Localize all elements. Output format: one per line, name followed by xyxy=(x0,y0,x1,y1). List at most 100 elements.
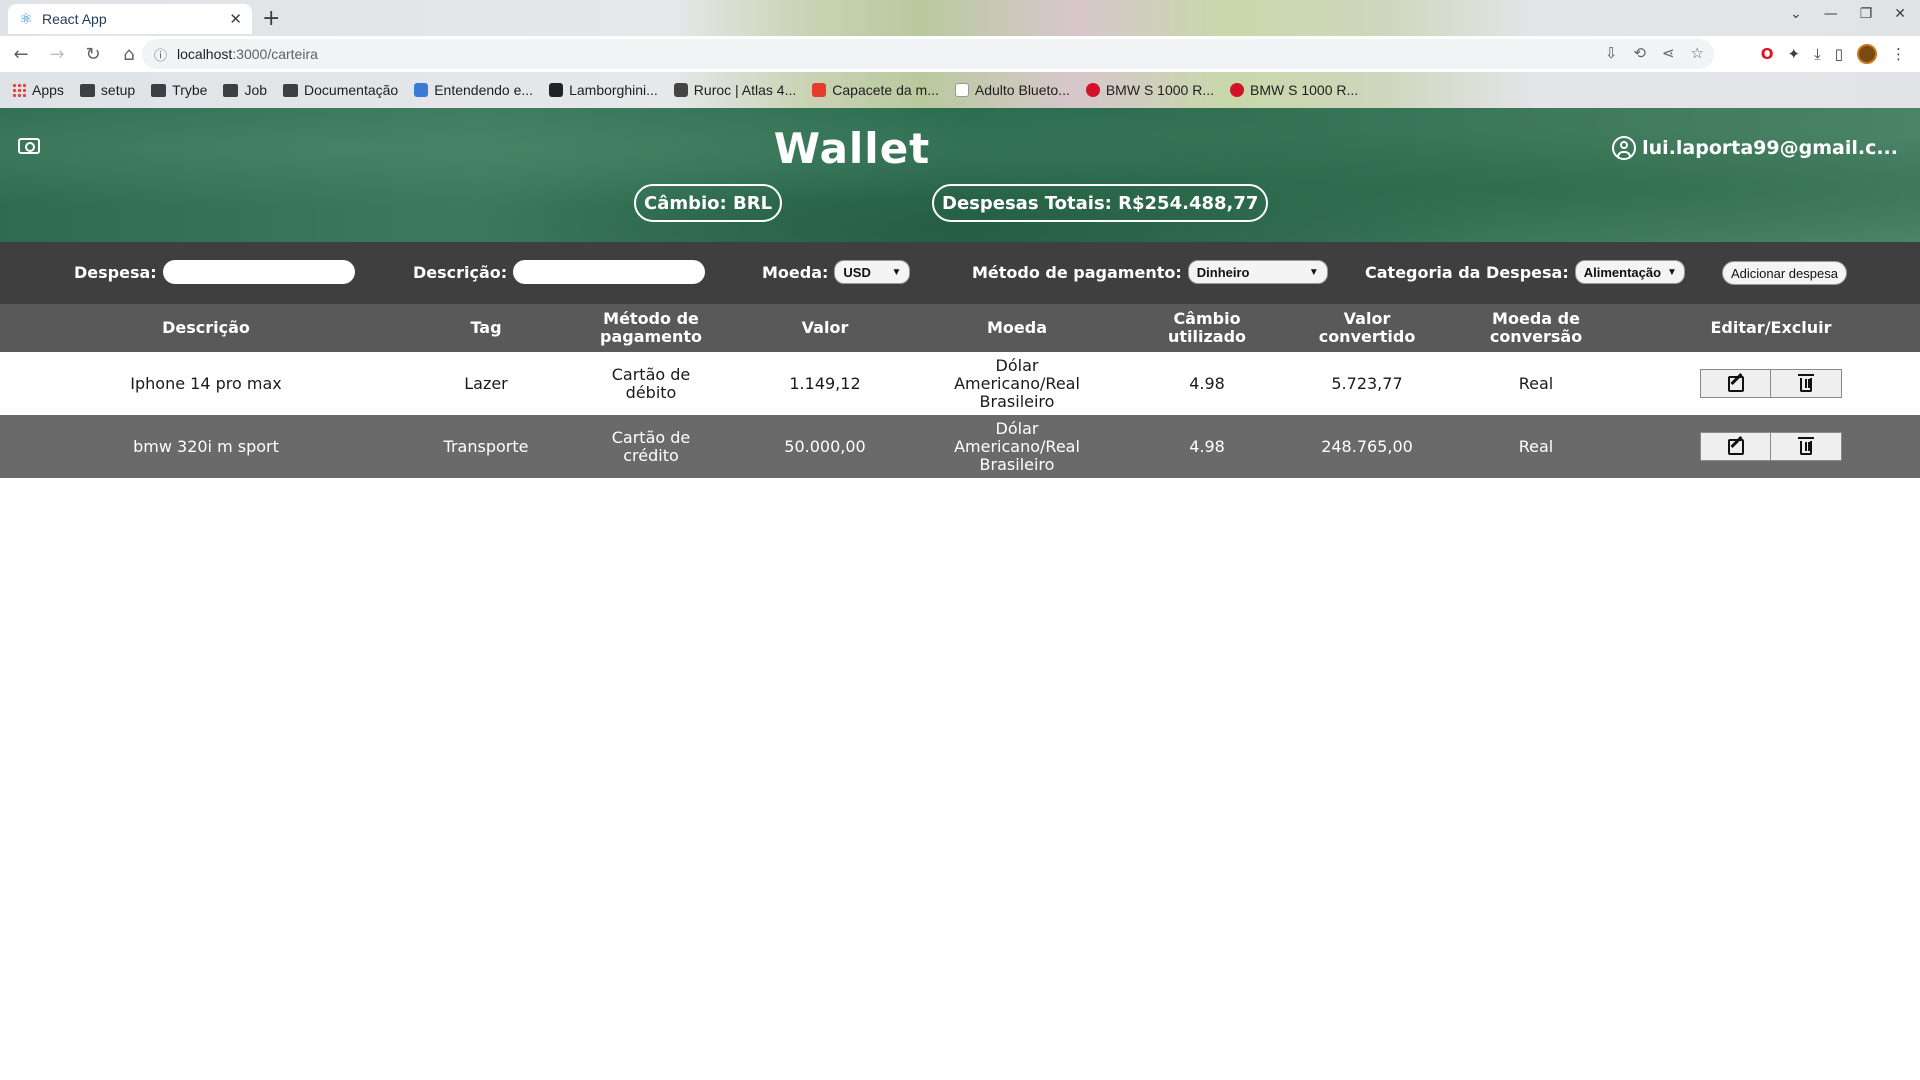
column-header: Tag xyxy=(470,318,502,337)
table-header: Descrição Tag Método de pagamento Valor … xyxy=(0,304,1920,352)
window-controls: ⌄ — ❐ ✕ xyxy=(1790,6,1906,22)
bookmark-setup[interactable]: setup xyxy=(79,82,135,98)
extensions-area: O ✦ ⤓ ▯ ⋮ xyxy=(1761,44,1906,64)
reload-icon[interactable]: ↻ xyxy=(78,44,108,65)
edit-icon xyxy=(1727,375,1744,392)
back-icon[interactable]: ← xyxy=(6,44,36,65)
address-bar[interactable]: ⓘ localhost:3000/carteira ⇩ ⟲ ⋖ ☆ xyxy=(142,39,1714,69)
delete-button[interactable] xyxy=(1771,369,1842,398)
metodo-select[interactable]: Dinheiro ▼ xyxy=(1187,260,1328,284)
total-expenses-badge: Despesas Totais: R$254.488,77 xyxy=(932,184,1269,222)
translate-icon[interactable]: ⟲ xyxy=(1633,44,1646,62)
puzzle-icon[interactable]: ✦ xyxy=(1788,45,1801,63)
sidepanel-icon[interactable]: ▯ xyxy=(1835,45,1843,63)
metodo-field: Método de pagamento: Dinheiro ▼ xyxy=(972,260,1328,284)
cell-valor: 1.149,12 xyxy=(789,373,861,393)
expenses-table: Descrição Tag Método de pagamento Valor … xyxy=(0,304,1920,478)
download-icon[interactable]: ⤓ xyxy=(1814,45,1821,63)
close-window-icon[interactable]: ✕ xyxy=(1894,6,1906,22)
cell-valor: 50.000,00 xyxy=(784,436,866,456)
cell-descricao: Iphone 14 pro max xyxy=(130,373,282,393)
cell-cambio: 4.98 xyxy=(1189,373,1225,393)
url-text: localhost:3000/carteira xyxy=(177,46,318,62)
close-icon[interactable]: ✕ xyxy=(229,10,242,28)
page-title: Wallet xyxy=(773,124,931,173)
categoria-field: Categoria da Despesa: Alimentação ▼ xyxy=(1365,260,1685,284)
bookmark-ruroc[interactable]: Ruroc | Atlas 4... xyxy=(673,82,796,98)
bookmark-entendendo[interactable]: Entendendo e... xyxy=(414,82,533,98)
user-icon xyxy=(1612,136,1637,160)
edit-icon xyxy=(1727,438,1744,455)
forward-icon[interactable]: → xyxy=(42,44,72,65)
column-header: Valor convertido xyxy=(1318,309,1416,346)
column-header: Método de pagamento xyxy=(599,309,703,346)
cell-tag: Lazer xyxy=(464,373,508,393)
chevron-down-icon[interactable]: ⌄ xyxy=(1790,6,1802,22)
new-tab-icon[interactable]: + xyxy=(262,6,280,31)
bookmarks-bar: Apps setup Trybe Job Documentação Entend… xyxy=(0,76,1920,104)
ruroc-icon xyxy=(673,83,688,97)
despesa-label: Despesa: xyxy=(74,262,157,282)
cell-moeda: Dólar Americano/Real Brasileiro xyxy=(954,418,1080,474)
despesa-field: Despesa: xyxy=(74,260,355,284)
cell-moeda: Dólar Americano/Real Brasileiro xyxy=(954,355,1080,411)
profile-avatar[interactable] xyxy=(1857,44,1877,64)
star-icon[interactable]: ☆ xyxy=(1691,44,1704,62)
restore-icon[interactable]: ❐ xyxy=(1860,6,1873,22)
info-icon[interactable]: ⓘ xyxy=(154,45,167,64)
site-favicon-icon xyxy=(414,83,429,97)
bookmark-apps[interactable]: Apps xyxy=(12,82,64,98)
opera-icon[interactable]: O xyxy=(1761,45,1774,63)
chevron-down-icon: ▼ xyxy=(1308,266,1319,278)
descricao-input[interactable] xyxy=(513,260,706,284)
user-info: lui.laporta99@gmail.c... xyxy=(1612,136,1898,160)
column-header: Valor xyxy=(801,318,849,337)
cell-actions xyxy=(1626,352,1916,415)
menu-icon[interactable]: ⋮ xyxy=(1891,45,1906,63)
bookmark-adulto[interactable]: Adulto Blueto... xyxy=(954,82,1070,98)
cell-moeda-conversao: Real xyxy=(1518,436,1554,456)
app-header: Wallet lui.laporta99@gmail.c... Câmbio: … xyxy=(0,108,1920,242)
user-email: lui.laporta99@gmail.c... xyxy=(1642,137,1898,159)
moeda-label: Moeda: xyxy=(762,262,829,282)
bookmark-lamborghini[interactable]: Lamborghini... xyxy=(549,82,658,98)
tab-strip: ⚛ React App ✕ + ⌄ — ❐ ✕ xyxy=(0,0,1920,34)
despesa-input[interactable] xyxy=(162,260,355,284)
table-row: bmw 320i m sport Transporte Cartão de cr… xyxy=(0,415,1920,478)
minimize-icon[interactable]: — xyxy=(1824,6,1838,22)
metodo-label: Método de pagamento: xyxy=(972,262,1182,282)
moeda-field: Moeda: USD ▼ xyxy=(762,260,911,284)
categoria-select[interactable]: Alimentação ▼ xyxy=(1574,260,1685,284)
share-icon[interactable]: ⋖ xyxy=(1662,44,1675,62)
home-icon[interactable]: ⌂ xyxy=(114,44,144,65)
chevron-down-icon: ▼ xyxy=(891,266,902,278)
bookmark-documentacao[interactable]: Documentação xyxy=(283,82,398,98)
bookmark-bmw-1[interactable]: BMW S 1000 R... xyxy=(1085,82,1214,98)
install-icon[interactable]: ⇩ xyxy=(1605,44,1618,62)
bookmark-job[interactable]: Job xyxy=(223,82,267,98)
browser-chrome: ⚛ React App ✕ + ⌄ — ❐ ✕ ← → ↻ ⌂ ⓘ localh… xyxy=(0,0,1920,108)
bookmark-trybe[interactable]: Trybe xyxy=(151,82,207,98)
descricao-label: Descrição: xyxy=(413,262,508,282)
bookmark-bmw-2[interactable]: BMW S 1000 R... xyxy=(1230,82,1358,98)
edit-button[interactable] xyxy=(1700,432,1771,461)
cell-actions xyxy=(1626,415,1916,478)
column-header: Câmbio utilizado xyxy=(1167,309,1247,346)
react-icon: ⚛ xyxy=(19,10,33,28)
browser-tab[interactable]: ⚛ React App ✕ xyxy=(8,4,252,34)
honda-icon xyxy=(1230,83,1244,97)
folder-icon xyxy=(283,83,299,97)
add-expense-button[interactable]: Adicionar despesa xyxy=(1722,261,1847,285)
column-header: Moeda de conversão xyxy=(1489,309,1583,346)
exchange-badge: Câmbio: BRL xyxy=(634,184,783,222)
cell-metodo: Cartão de débito xyxy=(611,364,691,402)
folder-icon xyxy=(79,83,95,97)
metodo-selected: Dinheiro xyxy=(1196,264,1250,280)
bookmark-capacete[interactable]: Capacete da m... xyxy=(812,82,939,98)
delete-button[interactable] xyxy=(1771,432,1842,461)
cell-cambio: 4.98 xyxy=(1189,436,1225,456)
column-header: Moeda xyxy=(986,318,1047,337)
edit-button[interactable] xyxy=(1700,369,1771,398)
moeda-select[interactable]: USD ▼ xyxy=(834,260,911,284)
categoria-label: Categoria da Despesa: xyxy=(1365,262,1569,282)
